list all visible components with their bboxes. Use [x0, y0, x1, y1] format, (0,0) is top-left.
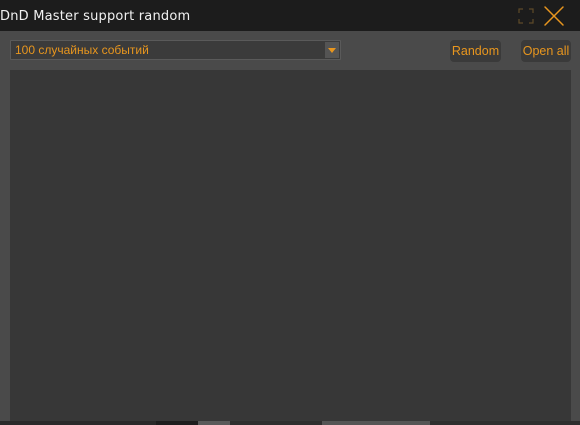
chevron-down-icon: [328, 48, 336, 53]
dropdown-selected-value: 100 случайных событий: [15, 43, 149, 57]
toolbar: 100 случайных событий Random Open all: [0, 31, 580, 70]
bottom-strip-segment: [0, 421, 156, 425]
random-button[interactable]: Random: [450, 40, 501, 62]
bottom-strip-segment: [322, 421, 430, 425]
app-window: DnD Master support random 100 случайных …: [0, 0, 580, 425]
open-all-button[interactable]: Open all: [521, 40, 571, 62]
bottom-strip-segment: [198, 421, 230, 425]
dropdown-arrow[interactable]: [325, 42, 339, 58]
close-button[interactable]: [542, 5, 566, 27]
events-dropdown[interactable]: 100 случайных событий: [10, 40, 341, 60]
close-icon: [544, 6, 564, 26]
maximize-icon: [518, 8, 534, 24]
bottom-strip: [0, 421, 580, 425]
maximize-button[interactable]: [514, 5, 538, 27]
results-panel: [10, 70, 571, 425]
bottom-strip-segment: [230, 421, 322, 425]
title-bar[interactable]: DnD Master support random: [0, 0, 580, 31]
bottom-strip-segment: [430, 421, 580, 425]
window-title: DnD Master support random: [0, 9, 191, 24]
bottom-strip-segment: [156, 421, 198, 425]
